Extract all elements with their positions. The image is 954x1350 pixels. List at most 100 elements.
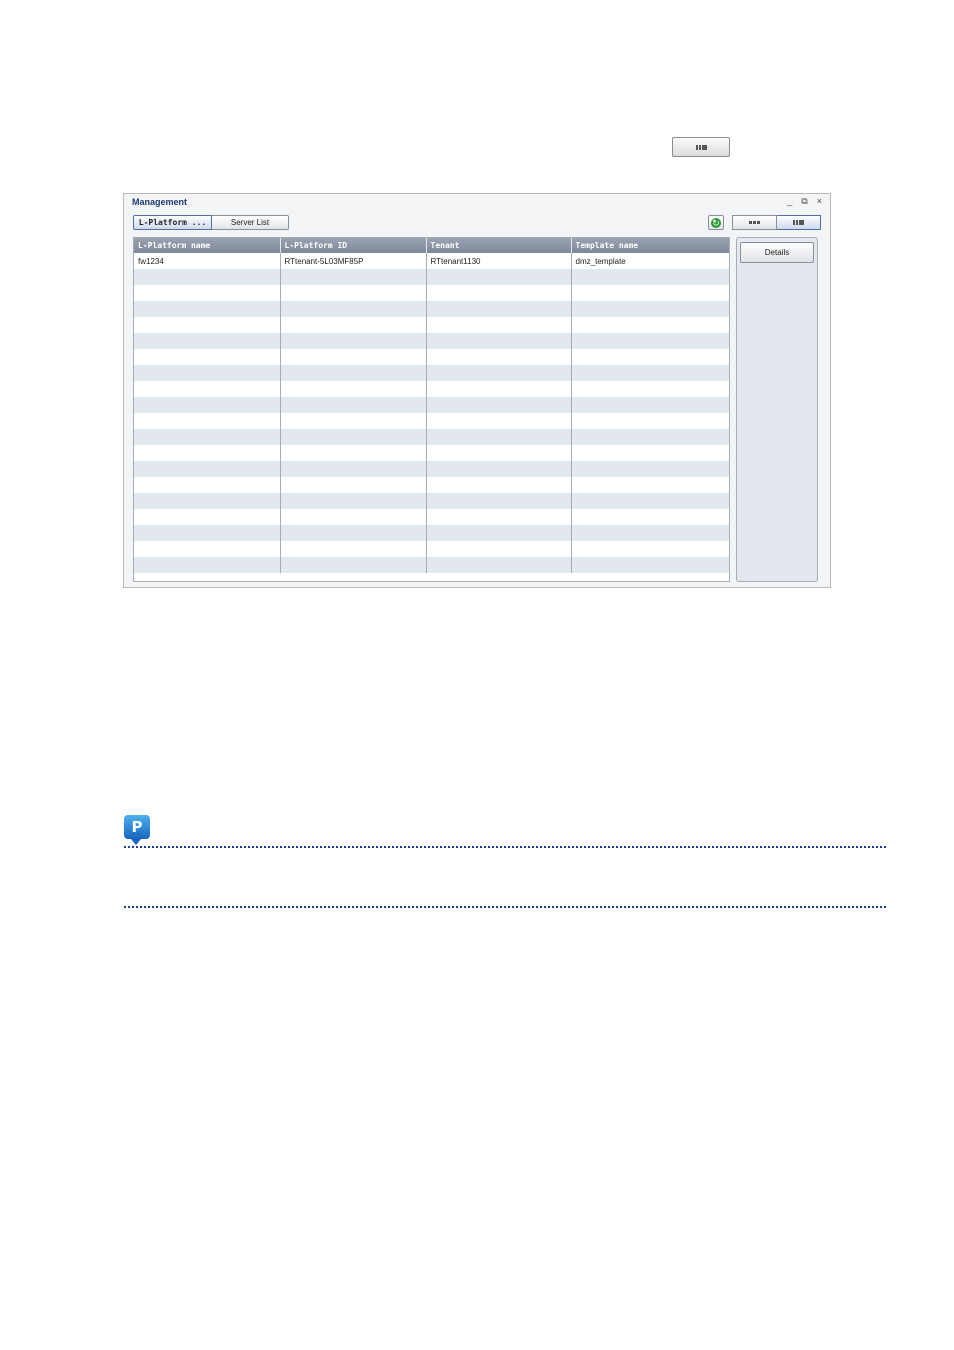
table-cell-empty: [134, 333, 281, 349]
table-cell-empty: [134, 461, 281, 477]
table-row-empty: [134, 269, 729, 285]
table-cell-empty: [280, 381, 427, 397]
table-cell-empty: [571, 493, 729, 509]
table-cell-empty: [571, 541, 729, 557]
table-cell-empty: [426, 365, 572, 381]
list-view-button-inline: [672, 137, 730, 157]
table-row-empty: [134, 477, 729, 493]
table-cell-empty: [134, 413, 281, 429]
view-switch: [732, 215, 821, 230]
table-cell-empty: [426, 381, 572, 397]
list-view-icon: [793, 220, 804, 225]
table-row-empty: [134, 509, 729, 525]
column-header-l-platform-name[interactable]: L-Platform name: [134, 238, 281, 253]
table-row-empty: [134, 333, 729, 349]
minimize-icon[interactable]: _: [787, 196, 792, 207]
table-row-empty: [134, 365, 729, 381]
management-panel: Management _ ⧉ × L-Platform ... Server L…: [123, 193, 831, 588]
point-bottom-divider: [124, 906, 886, 908]
table-cell-empty: [426, 445, 572, 461]
point-top-divider: [124, 846, 886, 848]
cell-template-name: dmz_template: [571, 253, 729, 269]
table-cell-empty: [280, 509, 427, 525]
table-cell-empty: [280, 413, 427, 429]
table-row-empty: [134, 381, 729, 397]
table-cell-empty: [571, 269, 729, 285]
table-cell-empty: [280, 557, 427, 573]
table-cell-empty: [280, 269, 427, 285]
table-cell-empty: [571, 445, 729, 461]
table-cell-empty: [571, 397, 729, 413]
refresh-icon: ↻: [711, 217, 721, 228]
table-cell-empty: [571, 365, 729, 381]
tab-l-platform[interactable]: L-Platform ...: [133, 215, 212, 230]
table-cell-empty: [134, 365, 281, 381]
table-cell-empty: [280, 333, 427, 349]
table-cell-empty: [134, 397, 281, 413]
table-cell-empty: [426, 461, 572, 477]
table-row-empty: [134, 413, 729, 429]
side-panel: Details: [736, 237, 818, 582]
table-cell-empty: [134, 429, 281, 445]
list-view-button[interactable]: [777, 215, 821, 230]
table-cell-empty: [426, 285, 572, 301]
column-header-template-name[interactable]: Template name: [571, 238, 729, 253]
table-cell-empty: [426, 429, 572, 445]
window-controls: _ ⧉ ×: [787, 196, 822, 207]
table-row-empty: [134, 525, 729, 541]
table-body: fw1234 RTtenant-5L03MF85P RTtenant1130 d…: [134, 253, 729, 573]
table-row-empty: [134, 557, 729, 573]
list-view-icon: [695, 144, 707, 150]
refresh-button[interactable]: ↻: [708, 215, 724, 230]
restore-icon[interactable]: ⧉: [801, 196, 807, 207]
icon-view-button[interactable]: [732, 215, 777, 230]
table-cell-empty: [280, 301, 427, 317]
table-cell-empty: [134, 317, 281, 333]
table-row-empty: [134, 301, 729, 317]
table-cell-empty: [280, 365, 427, 381]
table-cell-empty: [426, 477, 572, 493]
table-cell-empty: [280, 477, 427, 493]
table-cell-empty: [280, 461, 427, 477]
table-cell-empty: [134, 445, 281, 461]
table-cell-empty: [426, 333, 572, 349]
close-icon[interactable]: ×: [817, 196, 822, 207]
column-header-tenant[interactable]: Tenant: [426, 238, 572, 253]
table-cell-empty: [134, 301, 281, 317]
table-row-empty: [134, 429, 729, 445]
table-row-empty: [134, 461, 729, 477]
l-platform-table: L-Platform name L-Platform ID Tenant Tem…: [133, 237, 730, 582]
table-cell-empty: [280, 541, 427, 557]
icon-view-icon: [749, 221, 760, 224]
table-cell-empty: [571, 461, 729, 477]
table-cell-empty: [134, 557, 281, 573]
cell-tenant: RTtenant1130: [426, 253, 572, 269]
table-cell-empty: [571, 301, 729, 317]
table-cell-empty: [426, 493, 572, 509]
table-row-empty: [134, 285, 729, 301]
table-cell-empty: [280, 429, 427, 445]
table-cell-empty: [426, 397, 572, 413]
table-cell-empty: [426, 413, 572, 429]
table-cell-empty: [571, 413, 729, 429]
table-cell-empty: [571, 333, 729, 349]
table-cell-empty: [571, 381, 729, 397]
table-row-empty: [134, 541, 729, 557]
table-cell-empty: [571, 525, 729, 541]
cell-l-platform-name: fw1234: [134, 253, 281, 269]
table-cell-empty: [280, 397, 427, 413]
table-cell-empty: [571, 317, 729, 333]
column-header-l-platform-id[interactable]: L-Platform ID: [280, 238, 427, 253]
table-cell-empty: [134, 541, 281, 557]
table-row-empty: [134, 349, 729, 365]
table-cell-empty: [134, 525, 281, 541]
table-cell-empty: [426, 317, 572, 333]
tab-server-list[interactable]: Server List: [212, 215, 289, 230]
table-cell-empty: [134, 349, 281, 365]
table-cell-empty: [571, 557, 729, 573]
table-cell-empty: [571, 285, 729, 301]
table-header-row: L-Platform name L-Platform ID Tenant Tem…: [134, 238, 729, 253]
table-cell-empty: [134, 285, 281, 301]
table-row[interactable]: fw1234 RTtenant-5L03MF85P RTtenant1130 d…: [134, 253, 729, 269]
details-button[interactable]: Details: [740, 242, 814, 263]
